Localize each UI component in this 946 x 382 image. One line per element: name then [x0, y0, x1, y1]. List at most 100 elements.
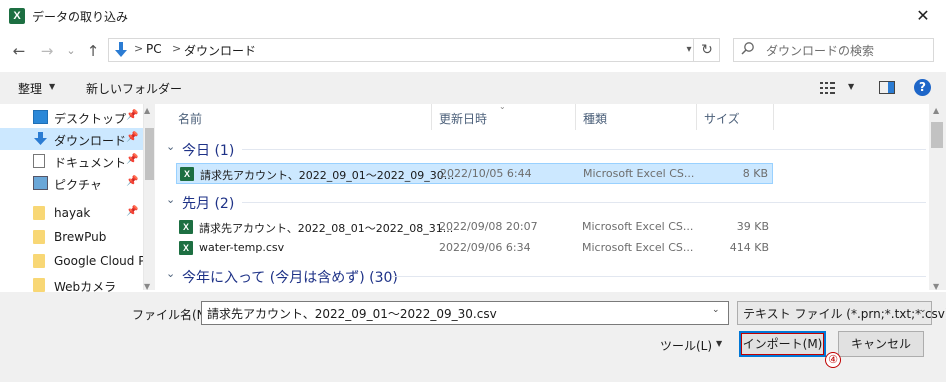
file-size: 8 KB: [742, 167, 768, 180]
step-number-badge: ④: [825, 352, 841, 368]
cancel-button[interactable]: キャンセル: [838, 331, 924, 357]
pictures-icon: [33, 176, 48, 190]
filetype-value: テキスト ファイル (*.prn;*.txt;*.csv): [743, 307, 946, 321]
search-icon: [741, 42, 754, 55]
forward-icon[interactable]: →: [38, 42, 56, 60]
pin-icon: 📌: [126, 132, 139, 143]
group-divider: [392, 276, 926, 277]
chevron-down-icon[interactable]: ⌄: [919, 305, 927, 315]
pin-icon: 📌: [126, 110, 139, 121]
column-divider[interactable]: [696, 104, 697, 130]
back-icon[interactable]: ←: [10, 42, 28, 60]
excel-app-icon: X: [9, 8, 25, 24]
folder-icon: [33, 278, 45, 292]
close-button[interactable]: ✕: [900, 0, 946, 32]
group-header-last-month[interactable]: 先月 (2): [182, 193, 234, 213]
file-row[interactable]: X 請求先アカウント、2022_08_01～2022_08_31... 2022…: [176, 217, 773, 238]
sidebar-item-brewpub[interactable]: BrewPub: [0, 226, 143, 248]
column-header-name[interactable]: 名前: [178, 110, 202, 127]
column-header-type[interactable]: 種類: [583, 110, 607, 127]
scroll-up-icon[interactable]: ▲: [933, 106, 939, 115]
file-name: 請求先アカウント、2022_08_01～2022_08_31...: [199, 222, 454, 235]
breadcrumb-separator: >: [134, 42, 144, 55]
chevron-down-icon[interactable]: ▼: [49, 82, 55, 91]
breadcrumb-pc[interactable]: PC: [146, 42, 162, 56]
file-type: Microsoft Excel CS...: [582, 220, 694, 233]
column-header-date[interactable]: 更新日時: [439, 110, 487, 127]
file-name: 請求先アカウント、2022_09_01～2022_09_30...: [200, 169, 455, 182]
annotation-highlight: [741, 333, 824, 355]
download-folder-icon: [115, 42, 127, 57]
file-date: 2022/09/08 20:07: [439, 220, 538, 233]
pin-icon: 📌: [126, 154, 139, 165]
file-type: Microsoft Excel CS...: [582, 241, 694, 254]
group-header-this-year[interactable]: 今年に入って (今月は含めず) (30): [182, 267, 398, 287]
group-header-today[interactable]: 今日 (1): [182, 140, 234, 160]
preview-pane-icon[interactable]: [879, 81, 895, 94]
excel-file-icon: X: [179, 220, 193, 234]
column-divider[interactable]: [575, 104, 576, 130]
chevron-down-icon[interactable]: ⌄: [712, 305, 720, 315]
sidebar-item-label: Google Cloud Pl: [54, 254, 149, 268]
sidebar-item-label: ダウンロード: [54, 134, 127, 148]
excel-file-icon: X: [180, 167, 194, 181]
breadcrumb-separator: >: [172, 42, 182, 55]
sidebar-item-label: BrewPub: [54, 230, 107, 244]
sidebar-item-pictures[interactable]: ピクチャ 📌: [0, 172, 143, 194]
file-date: 2022/09/06 6:34: [439, 241, 531, 254]
view-options-icon[interactable]: [820, 81, 836, 95]
sidebar-item-label: デスクトップ: [54, 112, 127, 126]
file-name: water-temp.csv: [199, 241, 285, 254]
file-date: 2022/10/05 6:44: [440, 167, 532, 180]
desktop-icon: [33, 110, 48, 124]
group-divider: [242, 149, 926, 150]
tools-menu-button[interactable]: ツール(L): [660, 337, 712, 354]
breadcrumb-downloads[interactable]: ダウンロード: [184, 42, 256, 59]
recent-locations-icon[interactable]: ⌄: [62, 42, 80, 60]
file-list-scroll-thumb[interactable]: [931, 122, 943, 148]
filename-value: 請求先アカウント、2022_09_01～2022_09_30.csv: [207, 307, 497, 321]
sidebar-scroll-thumb[interactable]: [145, 128, 154, 180]
collapse-icon[interactable]: ⌄: [166, 267, 175, 280]
folder-icon: [33, 230, 45, 244]
help-icon[interactable]: ?: [914, 79, 931, 96]
excel-file-icon: X: [179, 241, 193, 255]
new-folder-button[interactable]: 新しいフォルダー: [86, 80, 182, 97]
collapse-icon[interactable]: ⌄: [166, 193, 175, 206]
folder-icon: [33, 206, 45, 220]
sidebar-item-label: ドキュメント: [54, 156, 127, 170]
sidebar-item-google-cloud[interactable]: Google Cloud Pl: [0, 250, 149, 272]
sidebar-item-desktop[interactable]: デスクトップ 📌: [0, 106, 143, 128]
collapse-icon[interactable]: ⌄: [166, 140, 175, 153]
chevron-down-icon[interactable]: ▼: [716, 339, 722, 348]
scroll-up-icon[interactable]: ▲: [144, 106, 150, 115]
file-type: Microsoft Excel CS...: [583, 167, 695, 180]
file-row[interactable]: X 請求先アカウント、2022_09_01～2022_09_30... 2022…: [176, 163, 773, 184]
sidebar-item-downloads[interactable]: ダウンロード 📌: [0, 128, 143, 150]
title-bar: [0, 0, 946, 32]
chevron-down-icon[interactable]: ▼: [848, 82, 854, 91]
sidebar-item-label: ピクチャ: [54, 178, 102, 192]
column-divider[interactable]: [431, 104, 432, 130]
pin-icon: 📌: [126, 176, 139, 187]
file-size: 414 KB: [729, 241, 769, 254]
group-divider: [242, 202, 926, 203]
sidebar-item-label: hayak: [54, 206, 91, 220]
sidebar-item-documents[interactable]: ドキュメント 📌: [0, 150, 143, 172]
file-row[interactable]: X water-temp.csv 2022/09/06 6:34 Microso…: [176, 238, 773, 259]
up-folder-icon[interactable]: ↑: [84, 42, 102, 60]
file-size: 39 KB: [736, 220, 769, 233]
download-icon: [34, 132, 47, 145]
search-placeholder: ダウンロードの検索: [766, 44, 875, 58]
scroll-down-icon[interactable]: ▼: [933, 282, 939, 291]
sort-indicator-icon: ⌄: [499, 102, 506, 111]
sidebar-item-hayak[interactable]: hayak 📌: [0, 202, 143, 224]
column-header-size[interactable]: サイズ: [704, 110, 740, 127]
column-divider[interactable]: [773, 104, 774, 130]
folder-icon: [33, 254, 45, 268]
window-title: データの取り込み: [32, 10, 129, 24]
scroll-down-icon[interactable]: ▼: [144, 282, 150, 291]
document-icon: [33, 154, 45, 168]
refresh-button[interactable]: ↻: [693, 38, 720, 62]
organize-button[interactable]: 整理: [18, 80, 42, 97]
